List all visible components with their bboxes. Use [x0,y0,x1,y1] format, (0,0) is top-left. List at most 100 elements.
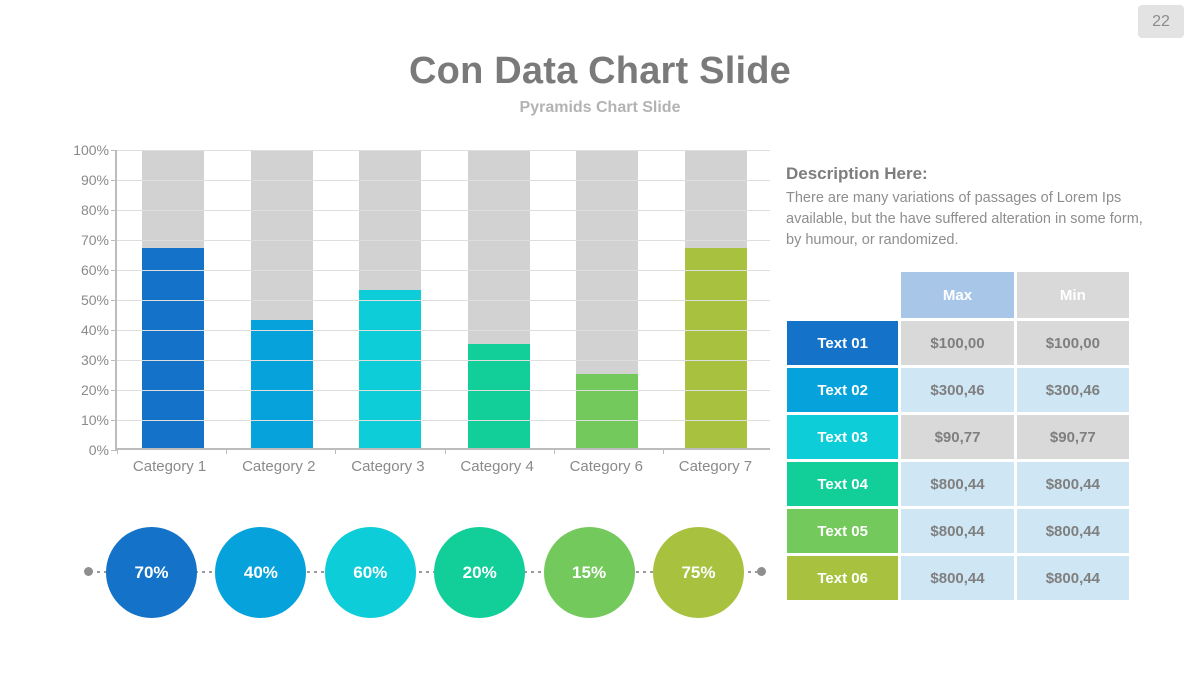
x-axis-tick-label: Category 1 [132,458,207,475]
chart-plot-area [111,150,770,454]
y-axis-tick-label: 50% [80,292,109,308]
y-axis-tick [111,420,117,421]
table-cell-max: $90,77 [901,415,1014,459]
table-cell-min: $800,44 [1016,462,1129,506]
table-row-label: Text 05 [787,509,899,553]
y-axis-tick-label: 60% [80,262,109,278]
x-axis-tick [226,448,228,454]
y-axis-tick [111,330,117,331]
y-axis-tick [111,240,117,241]
y-axis-tick-label: 100% [73,142,109,158]
table-row[interactable]: Text 04 $800,44 $800,44 [787,462,1129,506]
table-cell-min: $300,46 [1016,368,1129,412]
percent-circle[interactable]: 60% [324,527,416,618]
table-column-header: Min [1016,272,1129,318]
bar-column[interactable] [228,150,337,448]
y-axis-tick-label: 80% [80,202,109,218]
table-row-label: Text 04 [787,462,899,506]
y-axis-tick [111,270,117,271]
description-block: Description Here: There are many variati… [786,164,1152,251]
bar[interactable] [250,319,313,448]
y-axis-tick-label: 20% [80,382,109,398]
table-row-label: Text 01 [787,321,899,365]
table-column-header: Max [901,272,1014,318]
x-axis-tick [335,448,337,454]
chart-gridline [117,270,770,271]
y-axis-labels: 0% 10% 20% 30% 40% 50% 60% 70% 80% 90% 100% [55,142,109,458]
chart-gridline [117,210,770,211]
y-axis-tick [111,150,117,151]
data-table: Max Min Text 01 $100,00 $100,00 Text 02 $300,4… [787,272,1129,603]
percent-circle[interactable]: 15% [543,527,635,618]
x-axis-tick [444,448,446,454]
bar-column[interactable] [553,150,662,448]
page-number-badge: 22 [1138,5,1184,38]
x-axis-tick-label: Category 6 [569,458,643,475]
bar-column[interactable] [445,150,554,448]
table-cell-max: $800,44 [901,556,1014,600]
connector-end-dot-left [84,567,93,576]
bar[interactable] [142,248,205,448]
x-axis-tick-label: Category 7 [678,458,753,475]
table-row[interactable]: Text 01 $100,00 $100,00 [787,321,1129,365]
page-subtitle: Pyramids Chart Slide [519,99,681,116]
x-axis-tick-label: Category 4 [460,458,534,475]
table-cell-max: $300,46 [901,368,1014,412]
table-cell-min: $800,44 [1016,556,1129,600]
table-row[interactable]: Text 05 $800,44 $800,44 [787,509,1129,553]
description-heading: Description Here: [786,164,928,183]
y-axis-tick [111,390,117,391]
percent-circle[interactable]: 75% [652,527,744,618]
y-axis-tick [111,360,117,361]
y-axis-tick-label: 70% [80,232,109,248]
bar-series [119,150,770,448]
table-cell-min: $800,44 [1016,509,1129,553]
y-axis-tick [111,210,117,211]
connector-end-dot-right [757,567,766,576]
table-header-row: Max Min [787,272,1129,318]
slide-canvas: 22 Con Data Chart Slide Pyramids Chart S… [0,0,1200,680]
table-header-corner [787,272,898,316]
percent-circle[interactable]: 70% [106,527,197,618]
x-axis-tick [662,448,664,454]
percent-circle[interactable]: 40% [215,527,307,618]
y-axis-tick-label: 90% [80,172,109,188]
y-axis-tick-label: 0% [88,442,109,458]
table-row-label: Text 02 [787,368,899,412]
y-axis-tick [111,300,117,301]
bar-column[interactable] [336,150,445,448]
table-cell-max: $800,44 [901,509,1014,553]
table-row-label: Text 03 [787,415,899,459]
table-cell-max: $100,00 [901,321,1014,365]
circle-list: 70% 40% 60% 20% 15% 75% [106,525,744,620]
table-row[interactable]: Text 06 $800,44 $800,44 [787,556,1129,600]
chart-gridline [117,420,770,421]
bar[interactable] [359,290,422,448]
chart-gridline [117,330,770,331]
page-title: Con Data Chart Slide [409,50,791,92]
y-axis-tick [111,180,117,181]
y-axis-tick-label: 30% [80,352,109,368]
percent-circles-row: 70% 40% 60% 20% 15% 75% [80,525,770,620]
bar-column[interactable] [662,150,771,448]
description-body: There are many variations of passages of… [786,190,1143,248]
bar[interactable] [576,373,639,448]
chart-gridline [117,180,770,181]
table-row-label: Text 06 [787,556,899,600]
table-row[interactable]: Text 02 $300,46 $300,46 [787,368,1129,412]
chart-gridline [117,150,770,151]
x-axis-tick-label: Category 3 [351,458,425,475]
chart-gridline [117,300,770,301]
bar[interactable] [684,248,747,448]
x-axis-labels: Category 1 Category 2 Category 3 Category 4… [115,458,770,475]
table-cell-min: $100,00 [1016,321,1129,365]
bar-column[interactable] [119,150,228,448]
x-axis-tick-label: Category 2 [242,458,316,475]
chart-gridline [117,390,770,391]
percent-circle[interactable]: 20% [434,527,526,618]
table-row[interactable]: Text 03 $90,77 $90,77 [787,415,1129,459]
x-axis-tick [553,448,555,454]
bar-chart: 0% 10% 20% 30% 40% 50% 60% 70% 80% 90% 100% Catego… [55,142,770,480]
x-axis-tick [117,448,118,454]
table-cell-max: $800,44 [901,462,1014,506]
